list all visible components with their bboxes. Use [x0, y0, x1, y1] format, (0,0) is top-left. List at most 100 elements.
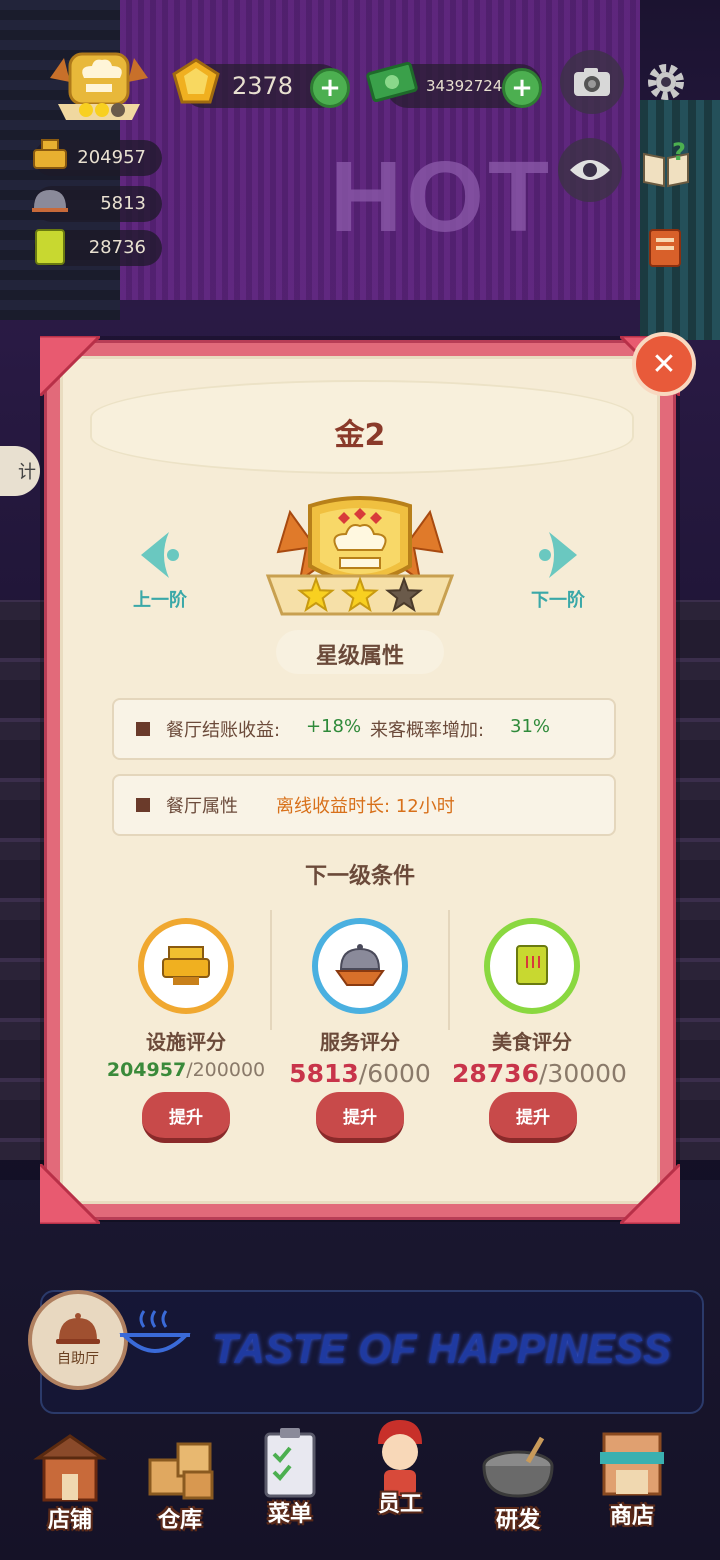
recipe-book-icon — [516, 945, 548, 985]
nav-staff-label: 员工 — [377, 1492, 422, 1517]
buffet-hall-button[interactable]: 自助厅 — [28, 1290, 128, 1390]
service-score-target: /6000 — [358, 1059, 431, 1088]
steaming-bowl-icon — [119, 1310, 191, 1353]
facility-stat-value: 204957 — [77, 147, 146, 168]
attribute-row-offline: 餐厅属性 离线收益时长: 12小时 — [112, 774, 616, 836]
facility-score-current: 204957 — [106, 1059, 187, 1081]
background-building-right — [640, 100, 720, 340]
nav-research-label: 研发 — [495, 1508, 540, 1533]
shop-stall-icon — [600, 1432, 664, 1496]
food-score-progress: 28736/30000 — [452, 1059, 627, 1088]
restaurant-attribute-label: 餐厅属性 — [166, 796, 238, 817]
visitor-rate-value: 31% — [510, 716, 551, 737]
nav-menu[interactable]: 菜单 — [240, 1424, 340, 1534]
arrow-left-icon — [141, 532, 179, 578]
nav-shop-label: 商店 — [609, 1504, 654, 1529]
next-tier-button[interactable]: 下一阶 — [526, 528, 590, 612]
background-hot-sign: HOT — [330, 141, 554, 253]
help-book-icon[interactable]: ? — [640, 140, 692, 192]
cooking-pot-icon — [482, 1436, 554, 1498]
offline-income-duration: 离线收益时长: 12小时 — [276, 796, 455, 817]
rank-title: 金2 — [334, 418, 386, 453]
close-icon: ✕ — [651, 346, 677, 382]
food-score-current: 28736 — [452, 1059, 539, 1088]
star-empty-icon — [385, 576, 423, 613]
next-level-title: 下一级条件 — [304, 864, 415, 889]
notebook-icon[interactable] — [644, 226, 688, 270]
recipe-book-icon — [35, 229, 65, 265]
settings-button[interactable] — [634, 50, 698, 114]
checkout-income-label: 餐厅结账收益: — [166, 720, 281, 741]
bullet-square-icon — [136, 798, 150, 812]
arrow-right-icon — [539, 532, 577, 578]
upgrade-facility-button[interactable]: 提升 — [142, 1092, 230, 1143]
clipboard-icon — [264, 1428, 316, 1498]
star-filled-icon — [297, 576, 335, 613]
nav-warehouse[interactable]: 仓库 — [130, 1430, 230, 1540]
visibility-button[interactable] — [558, 138, 622, 202]
service-score-label: 服务评分 — [320, 1030, 400, 1054]
next-tier-label: 下一阶 — [531, 590, 585, 611]
cash-value: 34392724 — [426, 77, 503, 95]
close-button[interactable]: ✕ — [632, 332, 696, 396]
corner-ribbon-top-left — [40, 336, 100, 396]
add-cash-button[interactable]: + — [502, 68, 542, 108]
pot-icon — [33, 139, 67, 169]
corner-ribbon-bottom-right — [620, 1164, 680, 1224]
gem-icon — [172, 58, 220, 104]
facility-score-column: 设施评分 204957/200000 — [106, 918, 266, 1081]
svg-text:?: ? — [672, 140, 686, 166]
gear-icon — [648, 64, 684, 100]
service-score-column: 服务评分 5813/6000 — [280, 918, 440, 1088]
facility-score-progress: 204957/200000 — [106, 1059, 266, 1081]
checkout-income-value: +18% — [306, 716, 362, 737]
nav-staff[interactable]: 员工 — [350, 1414, 450, 1524]
visitor-rate-label: 来客概率增加: — [370, 720, 485, 741]
buffet-hall-label: 自助厅 — [57, 1351, 99, 1367]
service-ring — [312, 918, 408, 1014]
prev-tier-label: 上一阶 — [133, 590, 187, 611]
star-rating — [294, 576, 426, 616]
camera-button[interactable] — [560, 50, 624, 114]
facility-score-label: 设施评分 — [146, 1030, 226, 1054]
food-score-column: 美食评分 28736/30000 — [452, 918, 627, 1088]
neon-banner-text: TASTE OF HAPPINESS — [212, 1325, 671, 1372]
star-attributes-title: 星级属性 — [315, 644, 404, 669]
nav-warehouse-label: 仓库 — [157, 1508, 202, 1533]
column-divider — [270, 910, 272, 1030]
camera-icon — [574, 68, 610, 96]
service-score-progress: 5813/6000 — [280, 1059, 440, 1088]
serving-cloche-icon — [335, 944, 385, 986]
add-gems-button[interactable]: + — [310, 68, 350, 108]
rank-badge-icon — [50, 52, 148, 120]
facility-ring — [138, 918, 234, 1014]
bullet-square-icon — [136, 722, 150, 736]
corner-ribbon-bottom-left — [40, 1164, 100, 1224]
upgrade-food-button[interactable]: 提升 — [489, 1092, 577, 1143]
facility-score-target: /200000 — [186, 1059, 266, 1081]
star-filled-icon — [341, 576, 379, 613]
storefront-icon — [33, 1434, 107, 1502]
nav-store-label: 店铺 — [47, 1508, 92, 1533]
star-rating-graphic — [297, 576, 423, 613]
food-score-target: /30000 — [538, 1059, 627, 1088]
boxes-icon — [148, 1442, 214, 1500]
cloche-icon — [32, 190, 68, 212]
nav-shop[interactable]: 商店 — [582, 1426, 682, 1536]
cloche-icon — [56, 1313, 100, 1344]
food-ring — [484, 918, 580, 1014]
upgrade-service-button[interactable]: 提升 — [316, 1092, 404, 1143]
nav-menu-label: 菜单 — [267, 1502, 312, 1527]
nav-research[interactable]: 研发 — [468, 1430, 568, 1540]
food-score-label: 美食评分 — [492, 1030, 572, 1054]
service-score-current: 5813 — [289, 1059, 359, 1088]
eye-icon — [570, 160, 610, 180]
prev-tier-button[interactable]: 上一阶 — [128, 528, 192, 612]
hotpot-icon — [162, 946, 210, 985]
gem-value: 2378 — [232, 72, 294, 100]
nav-store[interactable]: 店铺 — [20, 1430, 120, 1540]
food-stat-value: 28736 — [88, 237, 146, 258]
attribute-row-income: 餐厅结账收益: +18% 来客概率增加: 31% — [112, 698, 616, 760]
service-stat-value: 5813 — [100, 193, 146, 214]
cash-icon — [366, 61, 418, 103]
